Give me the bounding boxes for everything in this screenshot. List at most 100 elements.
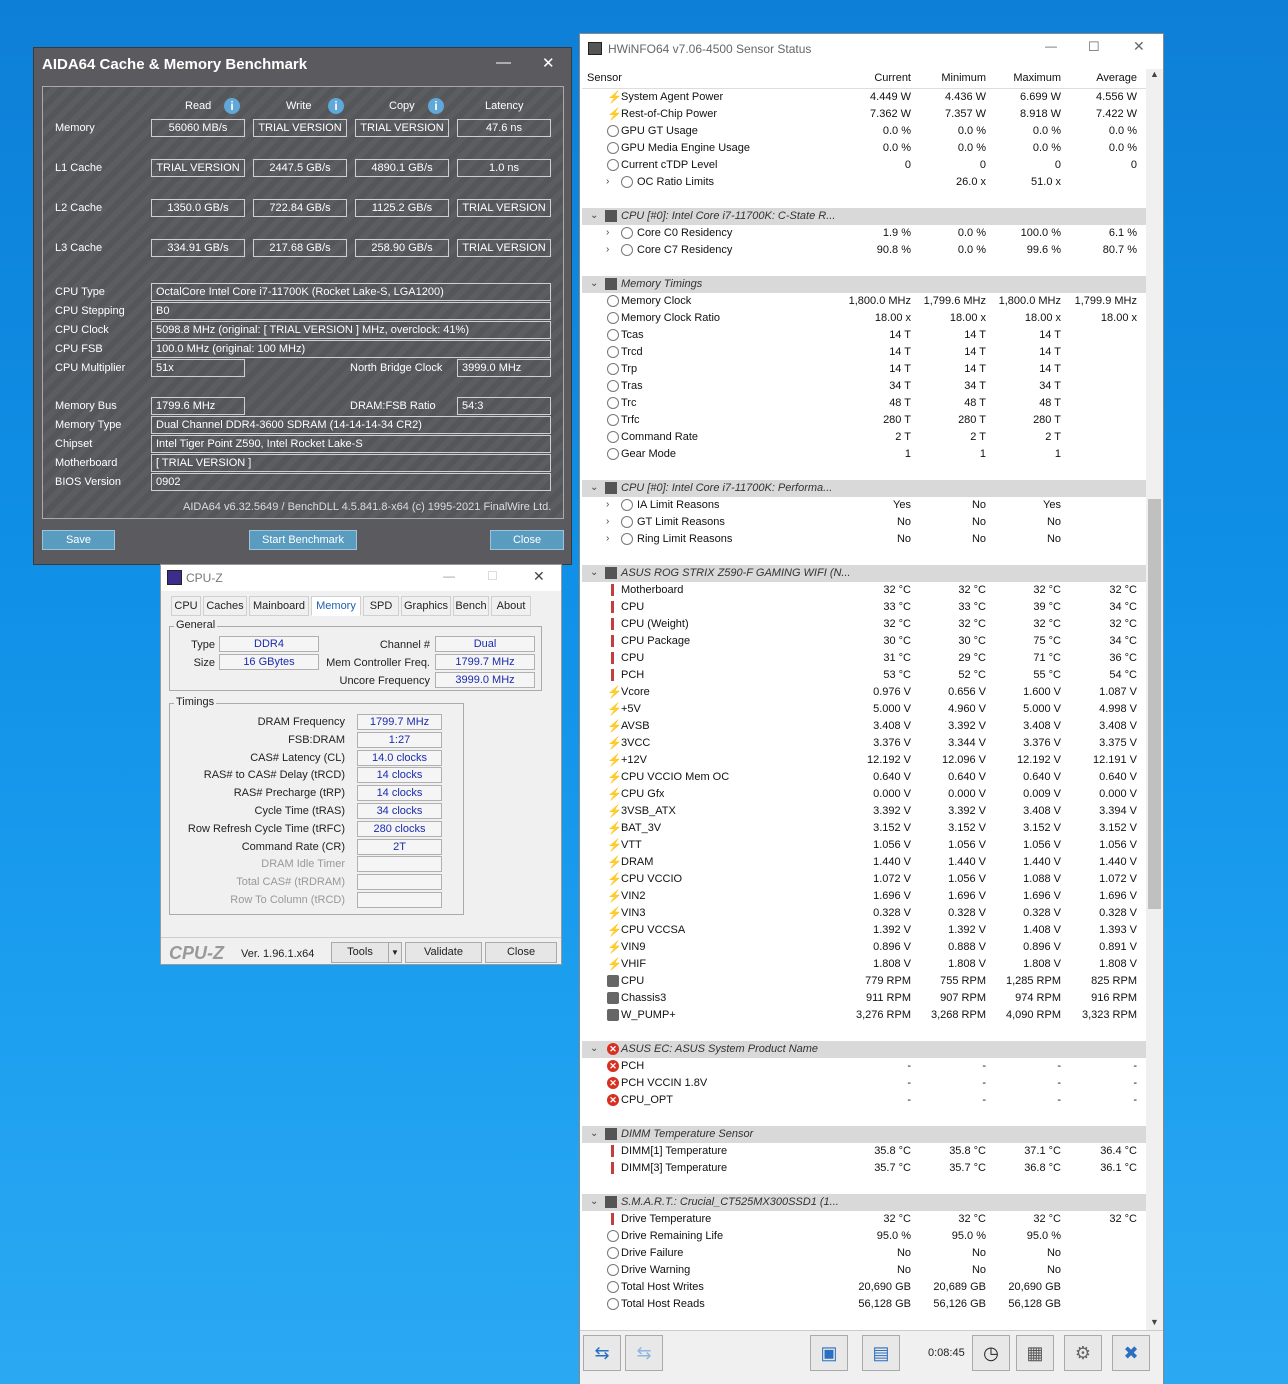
sensor-row[interactable]: ✕ CPU_OPT - - - -	[582, 1092, 1147, 1109]
sensor-group-header[interactable]: ⌄ ✕ ASUS EC: ASUS System Product Name	[582, 1041, 1147, 1058]
sensor-group-header[interactable]: ⌄ S.M.A.R.T.: Crucial_CT525MX300SSD1 (1..…	[582, 1194, 1147, 1211]
scrollbar-thumb[interactable]	[1148, 499, 1161, 909]
close-button[interactable]: Close	[485, 942, 557, 963]
sensor-row[interactable]: › Core C7 Residency 90.8 % 0.0 % 99.6 % 80.7 …	[582, 242, 1147, 259]
sensor-row[interactable]: DIMM[1] Temperature 35.8 °C 35.8 °C 37.1 °C…	[582, 1143, 1147, 1160]
collapse-chevron-icon[interactable]: ⌄	[590, 1043, 598, 1054]
sensor-row[interactable]: ⚡ VTT 1.056 V 1.056 V 1.056 V 1.056 V	[582, 837, 1147, 854]
sensor-row[interactable]: GPU Media Engine Usage 0.0 % 0.0 % 0.0 % 0.0…	[582, 140, 1147, 157]
minimize-icon[interactable]: —	[1045, 39, 1057, 53]
sensor-row[interactable]: ⚡ 3VSB_ATX 3.392 V 3.392 V 3.408 V 3.394 V	[582, 803, 1147, 820]
scroll-up-icon[interactable]: ▲	[1150, 69, 1159, 79]
report-add-icon[interactable]: ▦	[1016, 1335, 1054, 1371]
sensor-row[interactable]: Memory Clock Ratio 18.00 x 18.00 x 18.00 x 1…	[582, 310, 1147, 327]
expand-chevron-icon[interactable]: ›	[606, 533, 609, 544]
tab-caches[interactable]: Caches	[203, 596, 247, 616]
tab-bench[interactable]: Bench	[453, 596, 489, 616]
close-icon[interactable]: ✖	[1112, 1335, 1150, 1371]
sensor-row[interactable]: ⚡ CPU Gfx 0.000 V 0.000 V 0.009 V 0.000 V	[582, 786, 1147, 803]
sensor-row[interactable]: ⚡ System Agent Power 4.449 W 4.436 W 6.699 W…	[582, 89, 1147, 106]
expand-chevron-icon[interactable]: ›	[606, 499, 609, 510]
sensor-row[interactable]: Total Host Reads 56,128 GB 56,126 GB 56,128…	[582, 1296, 1147, 1313]
sensor-row[interactable]: Memory Clock 1,800.0 MHz 1,799.6 MHz 1,800.…	[582, 293, 1147, 310]
sensor-row[interactable]: PCH 53 °C 52 °C 55 °C 54 °C	[582, 667, 1147, 684]
sensor-row[interactable]: ⚡ Vcore 0.976 V 0.656 V 1.600 V 1.087 V	[582, 684, 1147, 701]
sensor-row[interactable]: ⚡ 3VCC 3.376 V 3.344 V 3.376 V 3.375 V	[582, 735, 1147, 752]
info-icon[interactable]: i	[328, 98, 344, 114]
sensor-row[interactable]: ⚡ VIN3 0.328 V 0.328 V 0.328 V 0.328 V	[582, 905, 1147, 922]
scrollbar[interactable]: ▲ ▼	[1146, 69, 1163, 1331]
sensor-group-header[interactable]: ⌄ CPU [#0]: Intel Core i7-11700K: Perform…	[582, 480, 1147, 497]
sensor-row[interactable]: Drive Remaining Life 95.0 % 95.0 % 95.0 %	[582, 1228, 1147, 1245]
sensor-row[interactable]: ⚡ CPU VCCIO 1.072 V 1.056 V 1.088 V 1.072 V	[582, 871, 1147, 888]
sensor-row[interactable]: ⚡ VIN9 0.896 V 0.888 V 0.896 V 0.891 V	[582, 939, 1147, 956]
sensor-row[interactable]: › Ring Limit Reasons No No No	[582, 531, 1147, 548]
close-icon[interactable]: ✕	[542, 54, 555, 72]
expand-chevron-icon[interactable]: ›	[606, 176, 609, 187]
sensor-row[interactable]: CPU (Weight) 32 °C 32 °C 32 °C 32 °C	[582, 616, 1147, 633]
col-minimum[interactable]: Minimum	[941, 72, 986, 84]
clock-icon[interactable]: ◷	[972, 1335, 1010, 1371]
collapse-chevron-icon[interactable]: ⌄	[590, 1128, 598, 1139]
info-icon[interactable]: i	[224, 98, 240, 114]
sensor-row[interactable]: ⚡ VHIF 1.808 V 1.808 V 1.808 V 1.808 V	[582, 956, 1147, 973]
sensor-row[interactable]: › Core C0 Residency 1.9 % 0.0 % 100.0 % 6.1 %	[582, 225, 1147, 242]
sensor-row[interactable]: › OC Ratio Limits 26.0 x 51.0 x	[582, 174, 1147, 191]
sensor-row[interactable]: ⚡ CPU VCCSA 1.392 V 1.392 V 1.408 V 1.393 V	[582, 922, 1147, 939]
sensor-row[interactable]: ⚡ +12V 12.192 V 12.096 V 12.192 V 12.191 V	[582, 752, 1147, 769]
collapse-chevron-icon[interactable]: ⌄	[590, 210, 598, 221]
tab-spd[interactable]: SPD	[363, 596, 399, 616]
sensor-row[interactable]: ✕ PCH VCCIN 1.8V - - - -	[582, 1075, 1147, 1092]
sensor-row[interactable]: Gear Mode 1 1 1	[582, 446, 1147, 463]
sensor-row[interactable]: Drive Temperature 32 °C 32 °C 32 °C 32 °C	[582, 1211, 1147, 1228]
sensor-row[interactable]: ⚡ BAT_3V 3.152 V 3.152 V 3.152 V 3.152 V	[582, 820, 1147, 837]
sensor-row[interactable]: ⚡ AVSB 3.408 V 3.392 V 3.408 V 3.408 V	[582, 718, 1147, 735]
sensor-group-header[interactable]: ⌄ ASUS ROG STRIX Z590-F GAMING WIFI (N...	[582, 565, 1147, 582]
sensor-row[interactable]: Total Host Writes 20,690 GB 20,689 GB 20,69…	[582, 1279, 1147, 1296]
sensor-row[interactable]: Command Rate 2 T 2 T 2 T	[582, 429, 1147, 446]
sensor-row[interactable]: Drive Failure No No No	[582, 1245, 1147, 1262]
sensor-row[interactable]: Trfc 280 T 280 T 280 T	[582, 412, 1147, 429]
collapse-chevron-icon[interactable]: ⌄	[590, 1196, 598, 1207]
start-benchmark-button[interactable]: Start Benchmark	[249, 530, 357, 550]
col-sensor[interactable]: Sensor	[587, 72, 622, 84]
tools-button[interactable]: Tools	[331, 942, 389, 963]
sensor-row[interactable]: CPU 33 °C 33 °C 39 °C 34 °C	[582, 599, 1147, 616]
remote-icon[interactable]: ▤	[862, 1335, 900, 1371]
expand-chevron-icon[interactable]: ›	[606, 516, 609, 527]
info-icon[interactable]: i	[428, 98, 444, 114]
sensor-row[interactable]: Current cTDP Level 0 0 0 0	[582, 157, 1147, 174]
close-icon[interactable]: ✕	[1133, 38, 1145, 55]
tab-memory[interactable]: Memory	[311, 596, 361, 616]
sensor-row[interactable]: CPU Package 30 °C 30 °C 75 °C 34 °C	[582, 633, 1147, 650]
sensor-row[interactable]: ⚡ +5V 5.000 V 4.960 V 5.000 V 4.998 V	[582, 701, 1147, 718]
sensor-row[interactable]: Tras 34 T 34 T 34 T	[582, 378, 1147, 395]
sensor-group-header[interactable]: ⌄ DIMM Temperature Sensor	[582, 1126, 1147, 1143]
col-current[interactable]: Current	[874, 72, 911, 84]
col-average[interactable]: Average	[1096, 72, 1137, 84]
expand-chevron-icon[interactable]: ›	[606, 244, 609, 255]
maximize-icon[interactable]: ☐	[1088, 39, 1100, 55]
sensor-row[interactable]: Trp 14 T 14 T 14 T	[582, 361, 1147, 378]
network-icon[interactable]: ▣	[810, 1335, 848, 1371]
sensor-row[interactable]: Chassis3 911 RPM 907 RPM 974 RPM 916 RPM	[582, 990, 1147, 1007]
sensor-row[interactable]: ⚡ VIN2 1.696 V 1.696 V 1.696 V 1.696 V	[582, 888, 1147, 905]
sensor-row[interactable]: ⚡ DRAM 1.440 V 1.440 V 1.440 V 1.440 V	[582, 854, 1147, 871]
sensor-row[interactable]: Trc 48 T 48 T 48 T	[582, 395, 1147, 412]
collapse-chevron-icon[interactable]: ⌄	[590, 567, 598, 578]
sensor-row[interactable]: DIMM[3] Temperature 35.7 °C 35.7 °C 36.8 °C…	[582, 1160, 1147, 1177]
minimize-button[interactable]: —	[496, 54, 511, 71]
sensor-row[interactable]: Tcas 14 T 14 T 14 T	[582, 327, 1147, 344]
expand-chevron-icon[interactable]: ›	[606, 227, 609, 238]
sensor-row[interactable]: ⚡ Rest-of-Chip Power 7.362 W 7.357 W 8.918 W…	[582, 106, 1147, 123]
sensor-row[interactable]: ✕ PCH - - - -	[582, 1058, 1147, 1075]
chevron-down-icon[interactable]: ▼	[388, 942, 402, 963]
sensor-row[interactable]: › GT Limit Reasons No No No	[582, 514, 1147, 531]
collapse-chevron-icon[interactable]: ⌄	[590, 278, 598, 289]
tab-mainboard[interactable]: Mainboard	[249, 596, 309, 616]
gear-icon[interactable]: ⚙	[1064, 1335, 1102, 1371]
sensor-row[interactable]: CPU 31 °C 29 °C 71 °C 36 °C	[582, 650, 1147, 667]
tab-cpu[interactable]: CPU	[171, 596, 201, 616]
sensor-row[interactable]: › IA Limit Reasons Yes No Yes	[582, 497, 1147, 514]
minimize-icon[interactable]: —	[443, 569, 455, 583]
